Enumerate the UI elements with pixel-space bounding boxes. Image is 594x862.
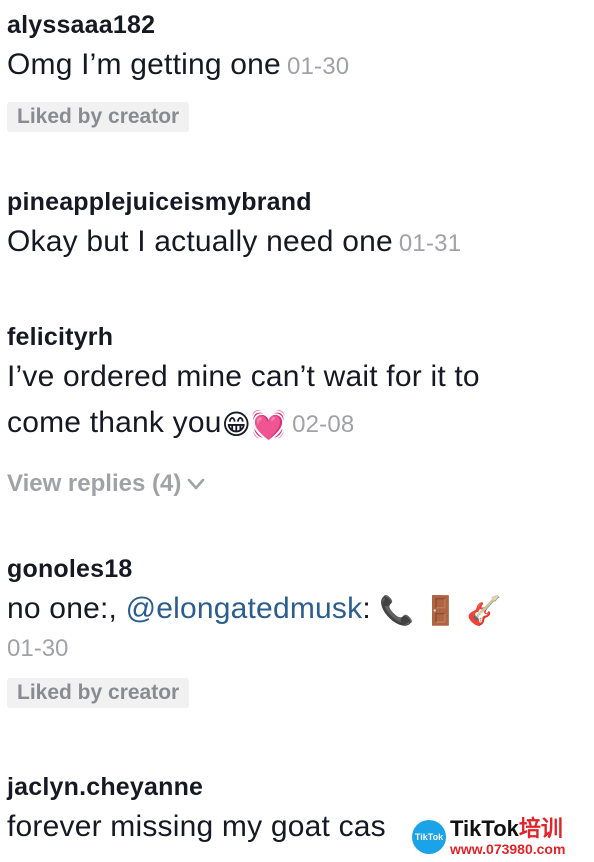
comment-text-line: Okay but I actually need one 01-31 — [7, 219, 574, 267]
chevron-down-icon — [188, 478, 205, 490]
comment-text: Omg I’m getting one — [7, 48, 281, 81]
mention-link[interactable]: @elongatedmusk — [126, 592, 363, 625]
comment-date: 01-30 — [286, 53, 350, 80]
watermark-url: www.073980.com — [450, 841, 566, 857]
comment-item: pineapplejuiceismybrand Okay but I actua… — [0, 187, 594, 267]
watermark-title-cn: 培训 — [518, 816, 563, 841]
comment-text: no one:, — [7, 592, 126, 625]
guitar-emoji: 🎸 — [466, 595, 502, 626]
comment-text: forever missing my goat cas — [7, 810, 386, 843]
watermark-title-en: TikTok — [450, 816, 519, 841]
watermark: TikTok TikTok培训 www.073980.com — [412, 812, 594, 862]
comment-item: felicityrh I’ve ordered mine can’t wait … — [0, 322, 594, 498]
watermark-title: TikTok培训 — [450, 818, 565, 840]
comment-list: alyssaaa182 Omg I’m getting one 01-30 Lik… — [0, 0, 594, 862]
comment-text-line: I’ve ordered mine can’t wait for it to c… — [7, 354, 574, 448]
liked-by-creator-badge: Liked by creator — [7, 102, 190, 132]
door-emoji: 🚪 — [423, 595, 459, 626]
comment-date: 01-31 — [398, 230, 462, 257]
comment-text-line: Omg I’m getting one 01-30 — [7, 42, 574, 90]
tiktok-logo-icon: TikTok — [412, 820, 446, 854]
comment-text: come thank you — [7, 406, 222, 439]
comment-username[interactable]: gonoles18 — [7, 554, 574, 584]
comment-date: 01-30 — [7, 635, 69, 662]
view-replies-label: View replies (4) — [7, 470, 182, 497]
telephone-emoji: 📞 — [379, 595, 415, 626]
comment-date: 02-08 — [292, 411, 355, 438]
comment-text: I’ve ordered mine can’t wait for it to — [7, 360, 480, 393]
comment-username[interactable]: jaclyn.cheyanne — [7, 772, 574, 802]
comment-username[interactable]: felicityrh — [7, 322, 574, 352]
comment-text: Okay but I actually need one — [7, 225, 393, 258]
comment-username[interactable]: alyssaaa182 — [7, 10, 574, 40]
comment-username[interactable]: pineapplejuiceismybrand — [7, 187, 574, 217]
comment-item: alyssaaa182 Omg I’m getting one 01-30 Lik… — [0, 10, 594, 132]
comment-item: gonoles18 no one:, @elongatedmusk: 📞 🚪 🎸… — [0, 554, 594, 708]
liked-by-creator-badge: Liked by creator — [7, 678, 190, 708]
view-replies-button[interactable]: View replies (4) — [7, 470, 205, 498]
watermark-text: TikTok培训 www.073980.com — [450, 818, 566, 857]
beating-heart-emoji: 💓 — [250, 409, 287, 440]
comment-text: : — [362, 592, 380, 625]
comment-text-line: no one:, @elongatedmusk: 📞 🚪 🎸 — [7, 586, 574, 632]
grinning-face-emoji: 😁 — [221, 409, 251, 440]
